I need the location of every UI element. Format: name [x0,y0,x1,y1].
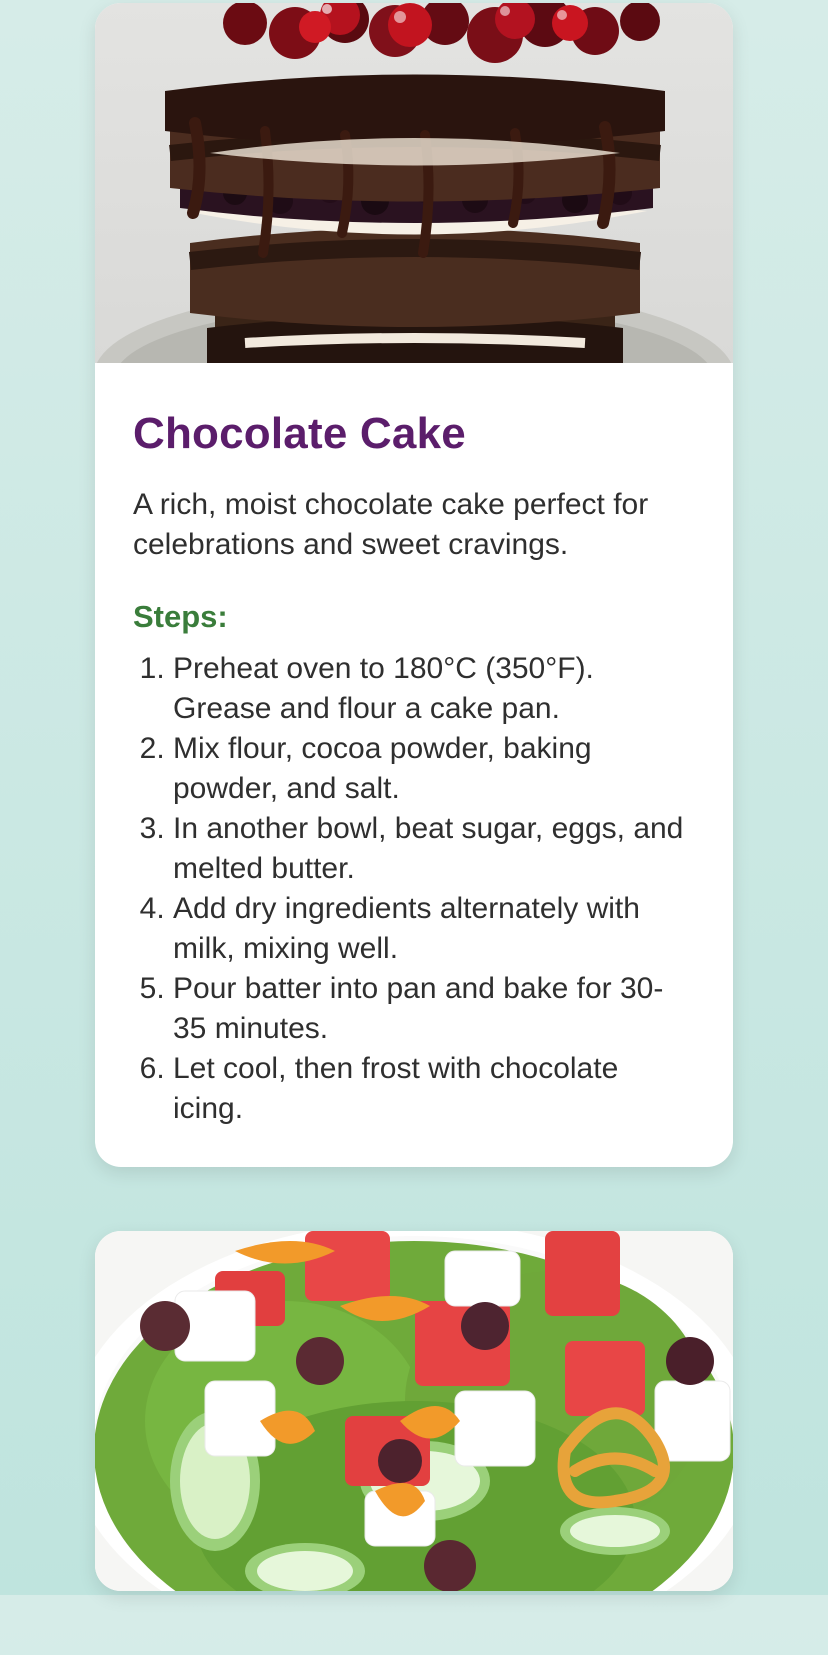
recipe-photo [95,1231,733,1591]
step-item: Pour batter into pan and bake for 30-35 … [173,969,695,1049]
recipe-card[interactable]: Chocolate Cake A rich, moist chocolate c… [95,3,733,1167]
salad-illustration [95,1231,733,1591]
recipe-description: A rich, moist chocolate cake perfect for… [133,488,649,561]
step-item: In another bowl, beat sugar, eggs, and m… [173,809,695,889]
recipe-content: Chocolate Cake A rich, moist chocolate c… [95,363,733,1167]
recipe-title: Chocolate Cake [133,409,466,458]
cake-illustration [96,3,732,363]
step-item: Add dry ingredients alternately with mil… [173,889,695,969]
step-item: Let cool, then frost with chocolate icin… [173,1049,695,1129]
step-item: Mix flour, cocoa powder, baking powder, … [173,729,695,809]
recipe-photo [95,3,733,363]
steps-heading: Steps: [133,599,228,634]
step-item: Preheat oven to 180°C (350°F). Grease an… [173,649,695,729]
recipe-feed: Chocolate Cake A rich, moist chocolate c… [95,3,733,1655]
recipe-card[interactable] [95,1231,733,1591]
steps-list: Preheat oven to 180°C (350°F). Grease an… [133,649,695,1129]
